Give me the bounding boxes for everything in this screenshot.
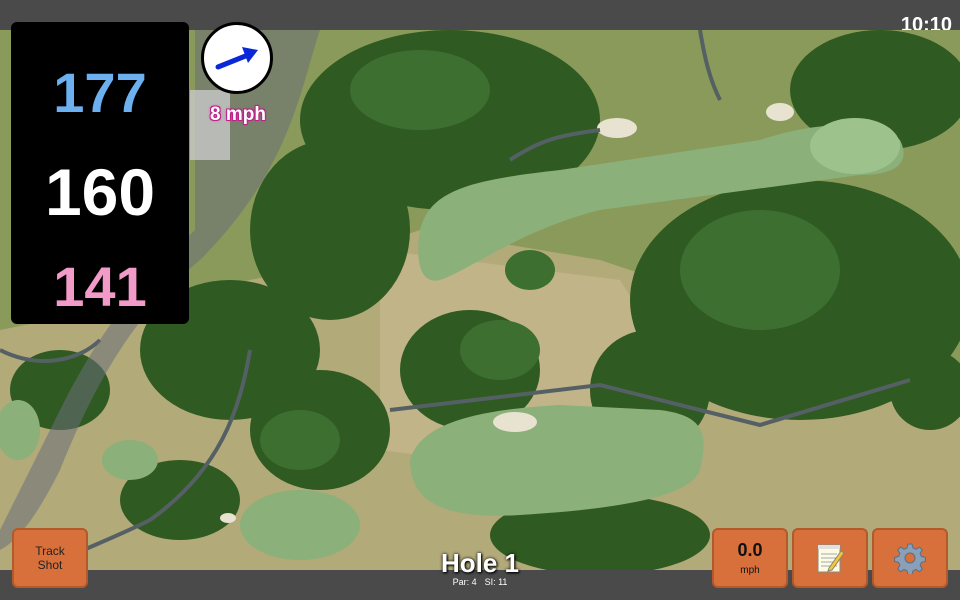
wind-speed-label: 8 mph bbox=[210, 104, 266, 125]
hole-info: Par: 4 SI: 11 bbox=[380, 577, 580, 587]
hole-title: Hole 1 bbox=[440, 548, 520, 578]
notepad-icon bbox=[817, 544, 845, 573]
wind-indicator bbox=[201, 22, 273, 94]
distance-panel: 177 160 141 bbox=[11, 22, 189, 324]
hole-stroke-index: SI: 11 bbox=[484, 577, 508, 587]
notes-button[interactable] bbox=[792, 528, 868, 588]
track-shot-label-line1: Track bbox=[35, 544, 65, 558]
middle-distance: 160 bbox=[44, 155, 156, 229]
gear-icon bbox=[894, 543, 926, 574]
settings-button[interactable] bbox=[872, 528, 948, 588]
front-distance: 141 bbox=[53, 255, 147, 318]
back-distance: 177 bbox=[53, 61, 147, 124]
speed-button[interactable]: 0.0 mph bbox=[712, 528, 788, 588]
wind-arrow-icon bbox=[215, 47, 258, 70]
speed-value: 0.0 bbox=[737, 540, 763, 560]
track-shot-button[interactable]: Track Shot bbox=[12, 528, 88, 588]
hole-par: Par: 4 bbox=[452, 577, 477, 587]
speed-unit: mph bbox=[740, 565, 760, 576]
track-shot-label-line2: Shot bbox=[37, 558, 63, 572]
